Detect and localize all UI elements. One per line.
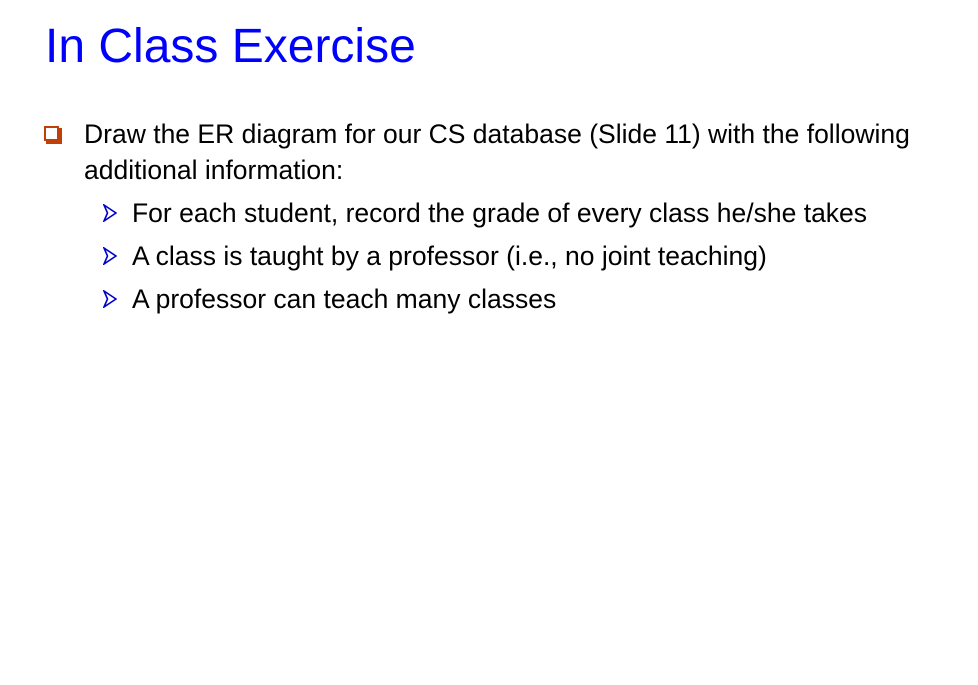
sub-bullet-text: A professor can teach many classes (132, 284, 557, 314)
sub-bullet-list: For each student, record the grade of ev… (44, 195, 944, 317)
arrow-bullet-icon (103, 247, 117, 265)
slide: In Class Exercise Draw the ER diagram fo… (0, 0, 978, 685)
list-item: Draw the ER diagram for our CS database … (44, 116, 944, 188)
sub-list-item: For each student, record the grade of ev… (103, 195, 944, 231)
slide-title: In Class Exercise (45, 20, 416, 73)
sub-bullet-text: For each student, record the grade of ev… (132, 198, 868, 228)
bullet-list: Draw the ER diagram for our CS database … (44, 116, 944, 324)
sub-list-item: A class is taught by a professor (i.e., … (103, 238, 944, 274)
arrow-bullet-icon (103, 204, 117, 222)
bullet-text: Draw the ER diagram for our CS database … (84, 119, 910, 185)
sub-bullet-text: A class is taught by a professor (i.e., … (132, 241, 767, 271)
square-bullet-icon (44, 126, 62, 144)
arrow-bullet-icon (103, 290, 117, 308)
sub-list-item: A professor can teach many classes (103, 281, 944, 317)
